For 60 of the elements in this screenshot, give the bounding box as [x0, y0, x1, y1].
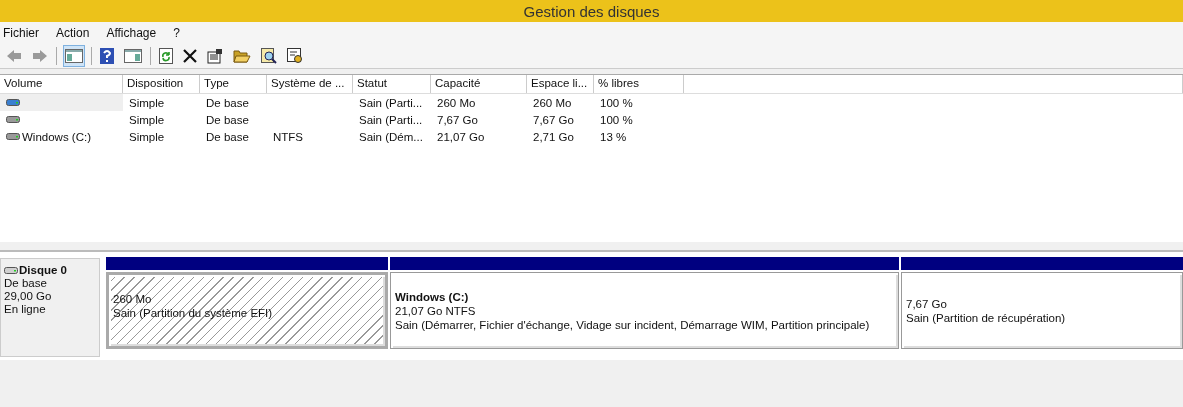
partition-status: Sain (Partition de récupération): [906, 311, 1067, 324]
toolbar-button[interactable]: [157, 45, 175, 67]
properties-icon: [207, 48, 223, 64]
table-cell-text: De base: [205, 129, 250, 145]
column-header[interactable]: Type: [200, 75, 267, 93]
table-cell-text: Simple: [128, 129, 166, 145]
column-header[interactable]: Espace li...: [527, 75, 594, 93]
refresh-icon: [159, 48, 173, 64]
table-cell-text: 7,67 Go: [532, 112, 575, 128]
menu-item[interactable]: Affichage: [106, 26, 166, 40]
menu-item[interactable]: Action: [56, 26, 99, 40]
table-cell-text: Simple: [128, 112, 166, 128]
disk-name: Disque 0: [19, 264, 67, 276]
magnifier-icon: [261, 48, 277, 64]
table-cell-text: 260 Mo: [532, 95, 573, 111]
table-cell-text: 21,07 Go: [436, 129, 486, 145]
window-title: Gestion des disques: [523, 2, 660, 20]
delete-icon: [183, 49, 197, 63]
table-cell-text: Sain (Parti...: [358, 112, 424, 128]
partition-block[interactable]: 260 Mo Sain (Partition du système EFI): [106, 272, 388, 349]
column-header[interactable]: Système de ...: [267, 75, 353, 93]
panel-icon: [65, 49, 83, 63]
table-cell-text: NTFS: [272, 129, 305, 145]
partition-size: 21,07 Go NTFS: [395, 304, 477, 317]
column-header[interactable]: Statut: [353, 75, 431, 93]
partition-size: 260 Mo: [113, 293, 153, 305]
table-cell-text: Sain (Parti...: [358, 95, 424, 111]
partition-block[interactable]: Windows (C:) 21,07 Go NTFS Sain (Démarrer, Fichier d'échange, Vidage sur incident, Démarrage WIM, Partition principale): [390, 272, 899, 349]
toolbar-button[interactable]: [98, 45, 116, 67]
disk-info-panel[interactable]: Disque 0 De base 29,00 Go En ligne: [0, 258, 100, 357]
partition-status: Sain (Démarrer, Fichier d'échange, Vidage sur incident, Démarrage WIM, Partition principale): [395, 318, 871, 331]
table-cell-text: De base: [205, 95, 250, 111]
table-cell-text: 100 %: [599, 95, 634, 111]
table-cell-text: 13 %: [599, 129, 628, 145]
partition-name: Windows (C:): [395, 290, 470, 303]
partition-block[interactable]: 7,67 Go Sain (Partition de récupération): [901, 272, 1183, 349]
help-icon: [100, 48, 114, 64]
table-cell-text: De base: [205, 112, 250, 128]
table-cell-text: Simple: [128, 95, 166, 111]
column-header[interactable]: % libres: [594, 75, 684, 93]
panel-icon: [124, 49, 142, 63]
table-cell-text: 2,71 Go: [532, 129, 575, 145]
column-header[interactable]: Disposition: [123, 75, 200, 93]
table-cell-text: 7,67 Go: [436, 112, 479, 128]
drive-icon: [4, 266, 18, 274]
partition-size: 7,67 Go: [906, 297, 948, 310]
partition-status: Sain (Partition du système EFI): [113, 307, 274, 319]
table-cell-text: Sain (Dém...: [358, 129, 424, 145]
table-cell-text: 100 %: [599, 112, 634, 128]
column-header[interactable]: Capacité: [431, 75, 527, 93]
settings-icon: [287, 48, 303, 64]
table-cell-text: 260 Mo: [436, 95, 477, 111]
disk-type: De base: [4, 277, 48, 289]
column-header[interactable]: Volume: [0, 75, 123, 93]
table-cell: Windows (C:): [22, 129, 91, 144]
folder-icon: [233, 49, 251, 63]
menu-item[interactable]: Fichier: [3, 26, 48, 40]
disk-size: 29,00 Go: [4, 290, 53, 302]
disk-status: En ligne: [4, 303, 47, 315]
menu-item[interactable]: ?: [173, 26, 189, 40]
